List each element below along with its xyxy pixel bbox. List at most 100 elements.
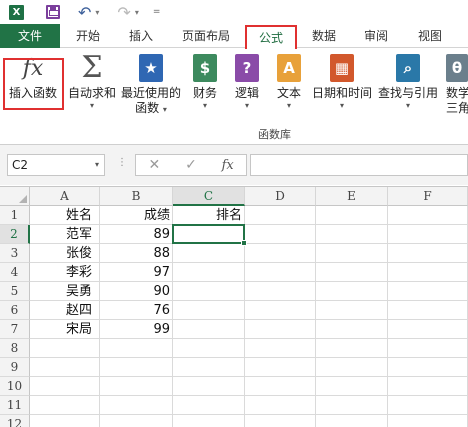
splitter-dots-icon[interactable]: ⋮: [117, 157, 127, 168]
cell-b1-score-header[interactable]: 成绩: [100, 206, 173, 225]
tab-review[interactable]: 审阅: [352, 24, 400, 48]
finance-button[interactable]: $ 财务 ▾: [188, 53, 222, 110]
save-icon[interactable]: [46, 5, 60, 19]
redo-icon[interactable]: ↷: [117, 0, 130, 24]
autosum-caret-icon: ▾: [89, 101, 94, 110]
tab-home[interactable]: 开始: [62, 24, 114, 48]
row-header-7[interactable]: 7: [0, 320, 30, 339]
lookup-caret-icon: ▾: [405, 101, 410, 110]
name-box[interactable]: C2 ▾: [7, 154, 105, 176]
cell-name[interactable]: 李彩: [30, 263, 100, 282]
row-header-3[interactable]: 3: [0, 244, 30, 263]
column-header-f[interactable]: F: [388, 187, 468, 206]
text-icon: A: [277, 54, 301, 82]
cell-score[interactable]: 99: [100, 320, 173, 339]
row-header-8[interactable]: 8: [0, 339, 30, 358]
row-gridline: [30, 414, 468, 415]
row-gridline: [30, 357, 468, 358]
redo-dropdown-icon[interactable]: ▾: [135, 0, 139, 24]
quick-access-toolbar: X ↶ ▾ ↷ ▾ =: [0, 0, 160, 24]
date-time-label: 日期和时间: [311, 86, 372, 100]
customize-toolbar-icon[interactable]: =: [153, 0, 161, 24]
cell-score[interactable]: 76: [100, 301, 173, 320]
autosum-button[interactable]: Σ 自动求和 ▾: [66, 50, 118, 111]
enter-icon[interactable]: ✓: [173, 157, 210, 173]
cell-a1-name-header[interactable]: 姓名: [30, 206, 100, 225]
formula-controls: ✕ ✓ fx: [135, 154, 247, 176]
cell-score[interactable]: 97: [100, 263, 173, 282]
fill-handle[interactable]: [241, 240, 247, 246]
text-caret-icon: ▾: [286, 101, 291, 110]
column-header-e[interactable]: E: [316, 187, 388, 206]
row-header-6[interactable]: 6: [0, 301, 30, 320]
cell-name[interactable]: 吴勇: [30, 282, 100, 301]
tab-insert[interactable]: 插入: [116, 24, 166, 48]
cell-c1-rank-header[interactable]: 排名: [173, 206, 245, 225]
column-gridline: [387, 206, 388, 427]
finance-label: 财务: [192, 86, 217, 100]
star-book-icon: ★: [139, 54, 163, 82]
formula-input[interactable]: [250, 154, 468, 176]
recent-functions-button[interactable]: ★ 最近使用的 函数 ▾: [120, 53, 182, 117]
undo-dropdown-icon[interactable]: ▾: [95, 0, 99, 24]
math-trig-button[interactable]: θ 数学 三角函: [446, 53, 468, 116]
undo-icon[interactable]: ↶: [78, 0, 91, 24]
math-trig-label: 数学: [446, 86, 468, 100]
logical-button[interactable]: ? 逻辑 ▾: [230, 53, 264, 110]
finance-icon: $: [193, 54, 217, 82]
cell-name[interactable]: 宋局: [30, 320, 100, 339]
cancel-icon[interactable]: ✕: [136, 157, 173, 173]
worksheet-grid: A B C D E F 1 2 3 4 5 6 7 8 9 10 11 12 姓名 成绩 排名 范军 89 张俊 88 李彩 97 吴…: [0, 186, 468, 427]
active-cell-selection[interactable]: [172, 224, 245, 244]
tab-data[interactable]: 数据: [300, 24, 348, 48]
sigma-icon: Σ: [81, 50, 103, 85]
date-time-caret-icon: ▾: [339, 101, 344, 110]
row-header-1[interactable]: 1: [0, 206, 30, 225]
autosum-label: 自动求和: [67, 86, 116, 100]
row-header-12[interactable]: 12: [0, 415, 30, 427]
math-trig-label-2: 三角函: [446, 101, 468, 115]
ribbon-formulas: fx 插入函数 Σ 自动求和 ▾ ★ 最近使用的 函数 ▾ $ 财务 ▾ ? 逻…: [0, 49, 468, 145]
recent-functions-label: 最近使用的: [120, 86, 181, 100]
tab-file[interactable]: 文件: [0, 24, 60, 48]
row-header-9[interactable]: 9: [0, 358, 30, 377]
row-gridline: [30, 395, 468, 396]
name-box-caret-icon[interactable]: ▾: [95, 155, 99, 175]
date-time-button[interactable]: ▦ 日期和时间 ▾: [310, 53, 374, 110]
row-gridline: [30, 376, 468, 377]
column-header-a[interactable]: A: [30, 187, 100, 206]
title-bar: X ↶ ▾ ↷ ▾ =: [0, 0, 468, 24]
row-header-11[interactable]: 11: [0, 396, 30, 415]
text-label: 文本: [276, 86, 301, 100]
column-header-d[interactable]: D: [245, 187, 316, 206]
text-button[interactable]: A 文本 ▾: [272, 53, 306, 110]
cell-name[interactable]: 范军: [30, 225, 100, 244]
row-header-10[interactable]: 10: [0, 377, 30, 396]
ribbon-tabs: 文件 开始 插入 页面布局 公式 数据 审阅 视图: [0, 24, 468, 55]
cell-score[interactable]: 88: [100, 244, 173, 263]
magnifier-icon: ⌕: [396, 54, 420, 82]
row-header-5[interactable]: 5: [0, 282, 30, 301]
tab-page-layout[interactable]: 页面布局: [168, 24, 244, 48]
row-header-2[interactable]: 2: [0, 225, 30, 244]
lookup-reference-button[interactable]: ⌕ 查找与引用 ▾: [376, 53, 440, 110]
insert-function-fx-icon[interactable]: fx: [209, 158, 246, 173]
logical-caret-icon: ▾: [244, 101, 249, 110]
column-header-b[interactable]: B: [100, 187, 173, 206]
insert-function-highlight: [3, 58, 64, 110]
recent-functions-label-2: 函数 ▾: [135, 101, 167, 115]
column-header-c[interactable]: C: [173, 187, 245, 206]
function-library-group-label: 函数库: [258, 128, 291, 141]
excel-logo-icon: X: [9, 4, 24, 20]
logic-icon: ?: [235, 54, 259, 82]
cell-name[interactable]: 张俊: [30, 244, 100, 263]
cell-score[interactable]: 90: [100, 282, 173, 301]
row-header-4[interactable]: 4: [0, 263, 30, 282]
math-icon: θ: [446, 54, 468, 82]
column-gridline: [315, 206, 316, 427]
select-all-corner[interactable]: [0, 187, 30, 206]
cell-name[interactable]: 赵四: [30, 301, 100, 320]
cell-score[interactable]: 89: [100, 225, 173, 244]
tab-view[interactable]: 视图: [406, 24, 454, 48]
lookup-reference-label: 查找与引用: [377, 86, 438, 100]
